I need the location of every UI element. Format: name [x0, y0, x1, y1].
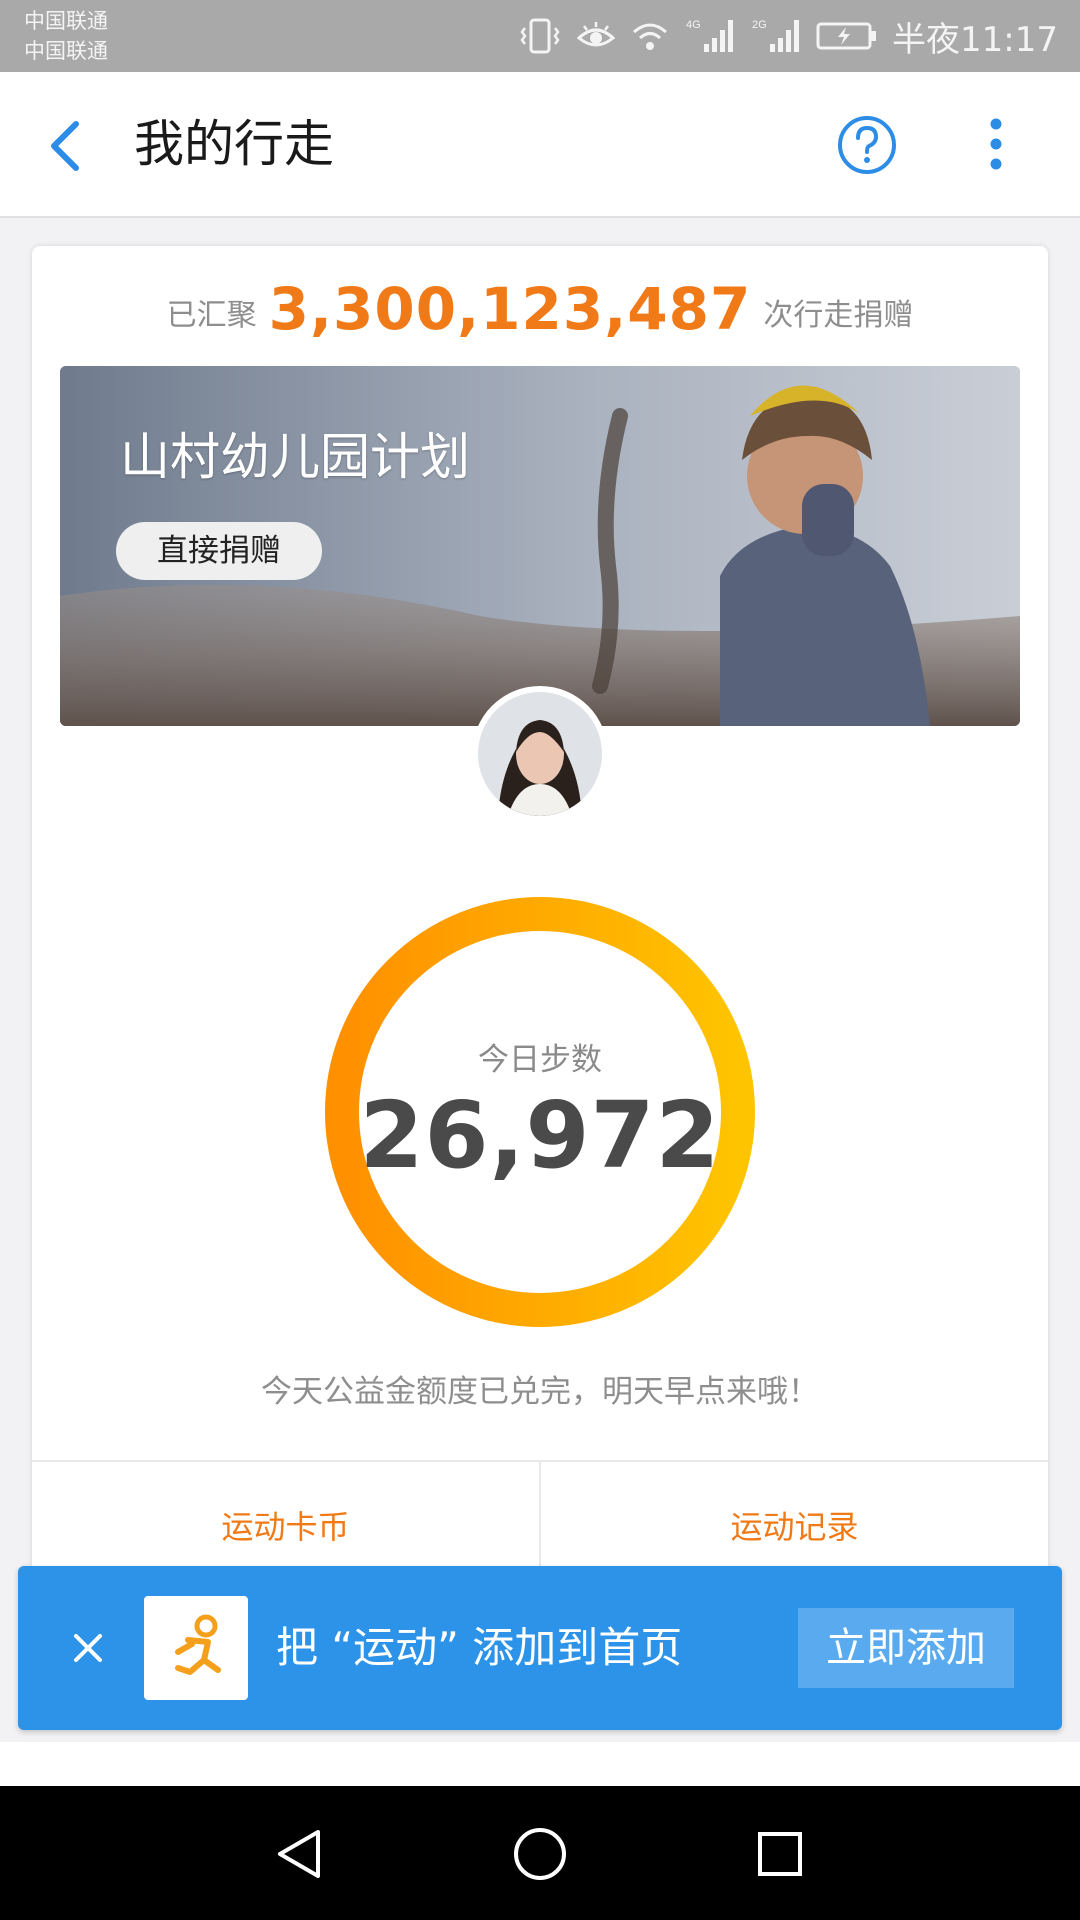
help-button[interactable]: [836, 114, 898, 176]
promo-text: 把 “运动” 添加到首页: [276, 1623, 683, 1672]
direct-donate-button[interactable]: 直接捐赠: [116, 522, 322, 580]
square-recents-icon: [758, 1832, 802, 1876]
page-title: 我的行走: [134, 115, 334, 173]
more-vertical-icon: [990, 118, 1002, 170]
quota-notice: 今天公益金额度已兑完，明天早点来哦！: [261, 1374, 819, 1410]
system-nav-bar: [0, 1786, 1080, 1920]
nav-recents-button[interactable]: [748, 1822, 812, 1886]
summary-prefix: 已汇聚: [166, 298, 257, 333]
project-banner[interactable]: 山村幼儿园计划 直接捐赠: [60, 366, 1020, 726]
section-below: [0, 1742, 1080, 1786]
app-header: 我的行走: [0, 72, 1080, 218]
add-to-home-banner: 把 “运动” 添加到首页 立即添加: [18, 1566, 1062, 1730]
help-icon: [838, 116, 896, 174]
carrier-name-2: 中国联通: [24, 39, 108, 63]
signal-2g-icon: 2G: [752, 19, 800, 52]
status-bar: 中国联通 中国联通 4G 2G 半夜11:17: [0, 0, 1080, 72]
nav-back-button[interactable]: [268, 1822, 332, 1886]
avatar[interactable]: [478, 692, 602, 816]
donation-summary: 已汇聚 3,300,123,487 次行走捐赠: [32, 276, 1048, 349]
eye-comfort-icon: [576, 22, 616, 47]
more-menu-button[interactable]: [976, 114, 1016, 178]
donation-total: 3,300,123,487: [268, 275, 752, 343]
vibrate-icon: [520, 18, 560, 54]
running-man-icon-frame: [144, 1596, 248, 1700]
triangle-back-icon: [278, 1830, 320, 1878]
signal-4g-icon: 4G: [686, 19, 734, 52]
add-now-button[interactable]: 立即添加: [798, 1608, 1014, 1688]
steps-label: 今日步数: [478, 1042, 602, 1078]
wifi-icon: [633, 23, 668, 50]
carrier-name-1: 中国联通: [24, 9, 108, 33]
status-clock: 半夜11:17: [892, 19, 1058, 60]
user-avatar-frame: [472, 686, 608, 822]
status-icons: 4G 2G 半夜11:17: [518, 10, 1058, 62]
back-arrow-icon: [51, 121, 79, 171]
network-type-4g: 4G: [686, 19, 701, 31]
step-ring[interactable]: 今日步数 26,972: [322, 894, 758, 1330]
nav-home-button[interactable]: [508, 1822, 572, 1886]
network-type-2g: 2G: [752, 19, 767, 31]
summary-suffix: 次行走捐赠: [763, 298, 914, 333]
carrier-info: 中国联通 中国联通: [24, 6, 108, 66]
close-button[interactable]: [62, 1622, 114, 1674]
back-button[interactable]: [40, 116, 96, 176]
running-man-icon: [175, 1614, 221, 1675]
close-icon: [74, 1634, 102, 1662]
steps-count: 26,972: [359, 1082, 721, 1189]
walk-card: 已汇聚 3,300,123,487 次行走捐赠 山村幼儿园计划 直接捐赠 今日步…: [32, 246, 1048, 1596]
banner-title: 山村幼儿园计划: [120, 428, 470, 486]
circle-home-icon: [514, 1828, 566, 1880]
battery-charging-icon: [816, 22, 877, 50]
